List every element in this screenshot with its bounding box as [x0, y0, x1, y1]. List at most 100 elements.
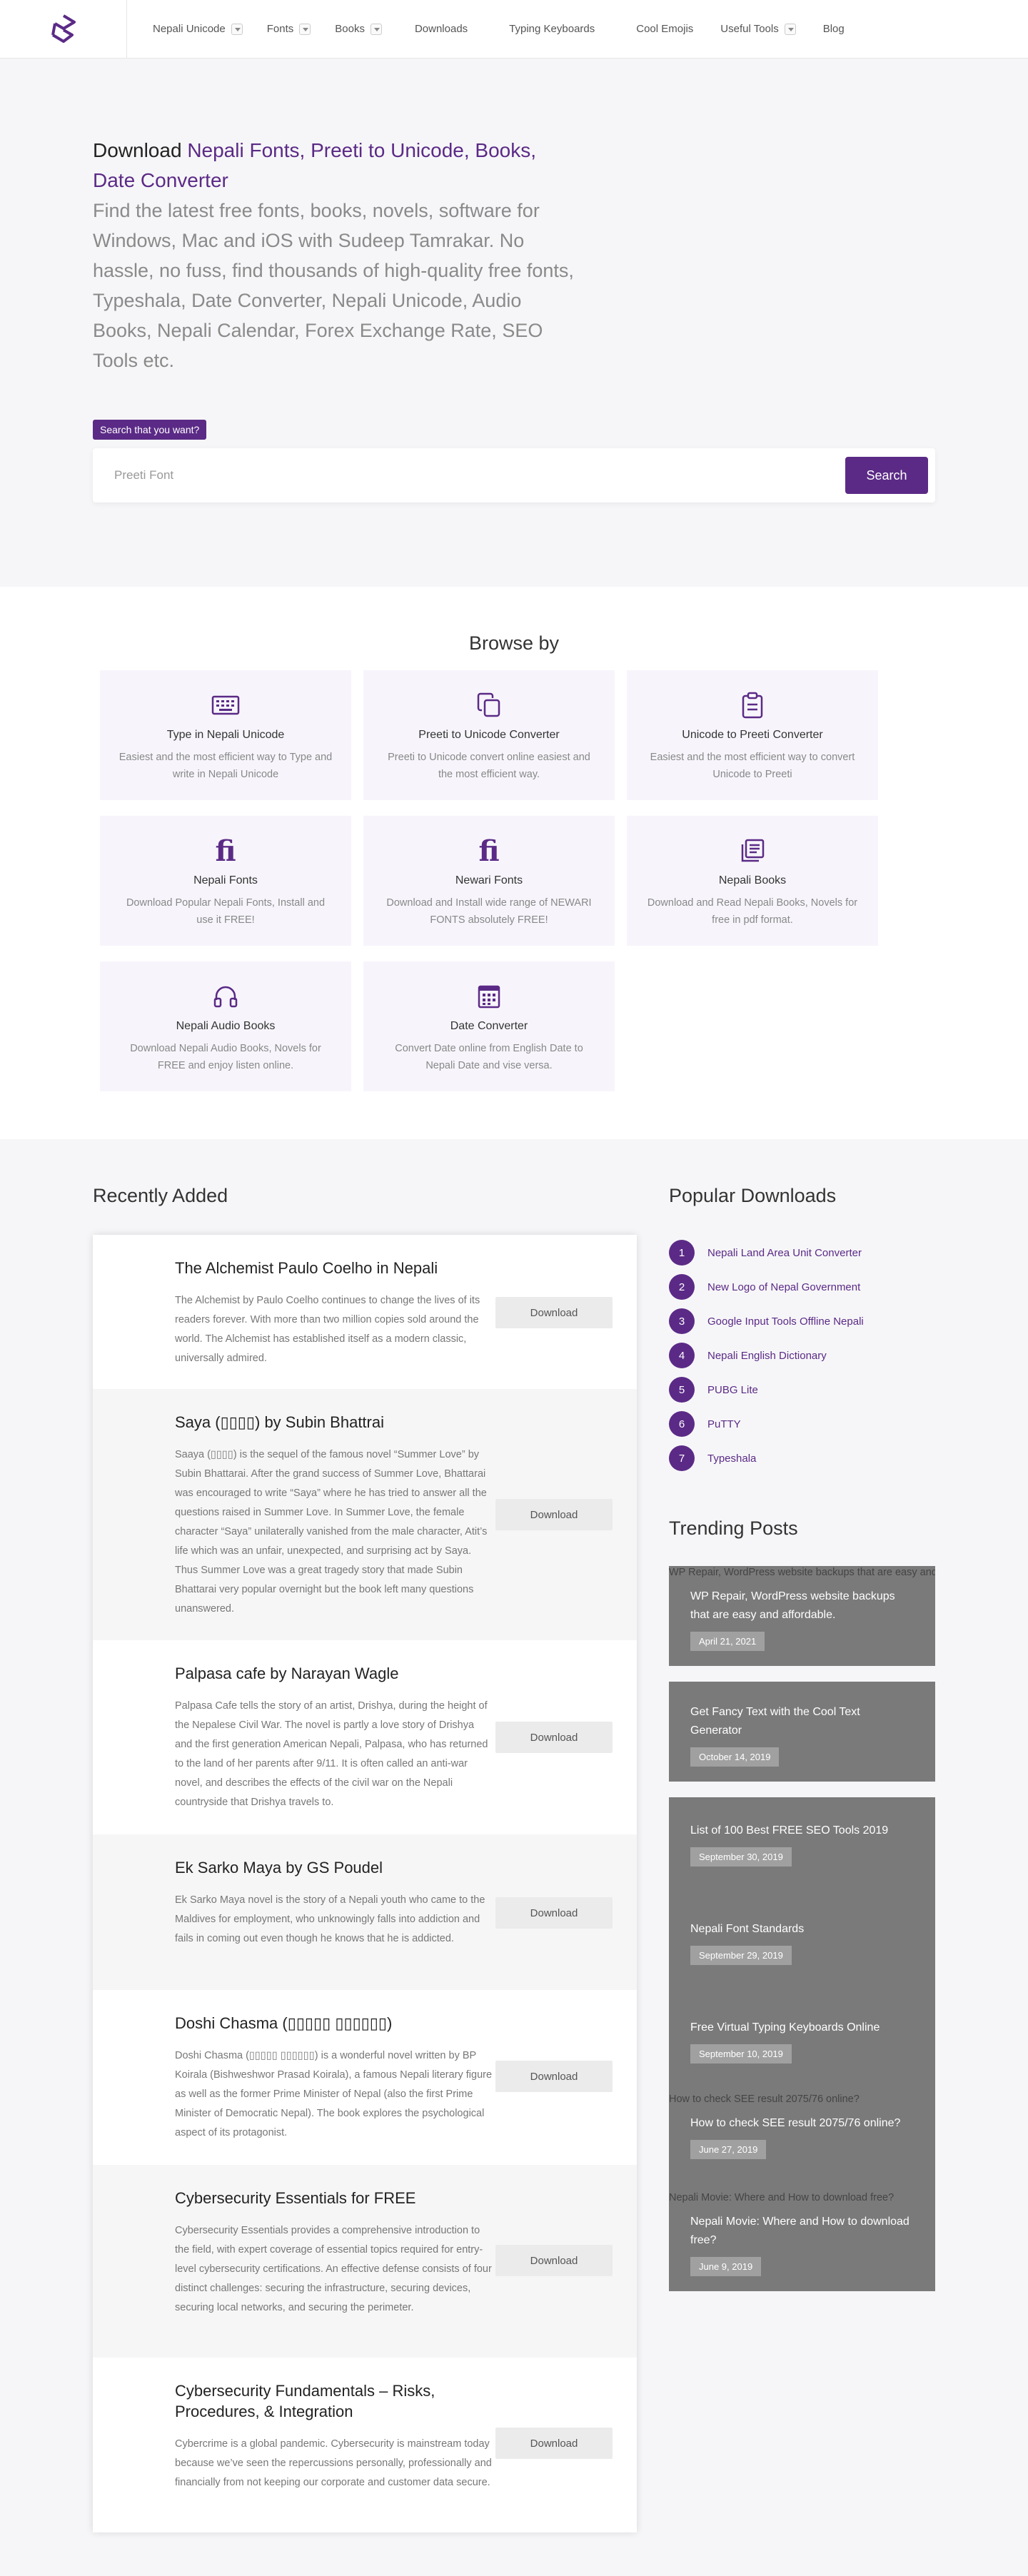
trending-title[interactable]: Nepali Movie: Where and How to download … — [690, 2213, 914, 2250]
trending-card[interactable]: Nepali Movie: Where and How to download … — [669, 2191, 935, 2291]
popular-link[interactable]: Google Input Tools Offline Nepali — [707, 1315, 864, 1328]
trending-title[interactable]: How to check SEE result 2075/76 online? — [690, 2114, 914, 2133]
site-logo[interactable] — [0, 0, 127, 59]
date-badge: June 27, 2019 — [690, 2140, 767, 2159]
popular-link[interactable]: New Logo of Nepal Government — [707, 1281, 860, 1293]
card-title: Unicode to Preeti Converter — [682, 729, 823, 741]
date-badge: September 10, 2019 — [690, 2044, 792, 2064]
download-button[interactable]: Download — [495, 1722, 613, 1753]
trending-card[interactable]: Get Fancy Text with the Cool Text Genera… — [669, 1682, 935, 1782]
popular-link[interactable]: Nepali English Dictionary — [707, 1350, 827, 1362]
post-excerpt: Cybersecurity Essentials provides a comp… — [175, 2225, 492, 2313]
chevron-down-icon[interactable] — [370, 23, 382, 35]
hero-prefix: Download — [93, 139, 188, 161]
browse-section: Browse by Type in Nepali Unicode Easiest… — [0, 587, 1028, 1139]
menu-downloads[interactable]: Downloads — [415, 23, 468, 35]
clipboard-icon — [627, 690, 878, 720]
broken-image-alt: How to check SEE result 2075/76 online? — [669, 2093, 860, 2105]
download-button[interactable]: Download — [495, 2428, 613, 2459]
popular-link[interactable]: Typeshala — [707, 1453, 756, 1465]
list-item: Saya (▯▯▯▯) by Subin Bhattrai Saaya (▯▯▯▯… — [93, 1389, 637, 1640]
trending-posts-title: Trending Posts — [669, 1517, 798, 1539]
download-button[interactable]: Download — [495, 1499, 613, 1530]
search-input[interactable] — [114, 468, 845, 483]
chevron-down-icon[interactable] — [299, 23, 311, 35]
card-desc: Easiest and the most efficient way to Ty… — [119, 752, 333, 780]
hero-link-date-converter[interactable]: Date Converter — [93, 169, 228, 191]
browse-card[interactable]: fi Newari Fonts Download and Install wid… — [363, 816, 615, 946]
popular-link[interactable]: Nepali Land Area Unit Converter — [707, 1247, 862, 1259]
calendar-icon — [363, 981, 615, 1011]
download-button[interactable]: Download — [495, 2245, 613, 2276]
trending-card[interactable]: List of 100 Best FREE SEO Tools 2019 Sep… — [669, 1797, 935, 1897]
rank-badge: 4 — [669, 1343, 695, 1368]
list-item: 5 PUBG Lite — [669, 1373, 864, 1407]
search-button[interactable]: Search — [845, 457, 928, 494]
trending-card[interactable]: How to check SEE result 2075/76 online? … — [669, 2093, 935, 2193]
menu-blog[interactable]: Blog — [823, 23, 845, 35]
menu-label: Cool Emojis — [636, 23, 694, 35]
trending-card[interactable]: Nepali Font Standards September 29, 2019 — [669, 1896, 935, 1996]
popular-link[interactable]: PuTTY — [707, 1418, 741, 1430]
trending-title[interactable]: Nepali Font Standards — [690, 1920, 914, 1939]
list-item: 2 New Logo of Nepal Government — [669, 1270, 864, 1304]
browse-card[interactable]: Nepali Audio Books Download Nepali Audio… — [100, 961, 351, 1091]
popular-link[interactable]: PUBG Lite — [707, 1384, 758, 1396]
list-item: The Alchemist Paulo Coelho in Nepali The … — [93, 1235, 637, 1389]
trending-title[interactable]: WP Repair, WordPress website backups tha… — [690, 1587, 914, 1625]
download-button[interactable]: Download — [495, 1897, 613, 1929]
trending-card[interactable]: WP Repair, WordPress website backups tha… — [669, 1566, 935, 1666]
download-button[interactable]: Download — [495, 1297, 613, 1328]
headphones-icon — [100, 981, 351, 1011]
browse-card[interactable]: Preeti to Unicode Converter Preeti to Un… — [363, 670, 615, 800]
menu-useful-tools[interactable]: Useful Tools — [720, 23, 796, 35]
post-excerpt: Cybercrime is a global pandemic. Cyberse… — [175, 2438, 492, 2488]
trending-title[interactable]: Get Fancy Text with the Cool Text Genera… — [690, 1703, 914, 1740]
chevron-down-icon[interactable] — [784, 23, 796, 35]
date-badge: April 21, 2021 — [690, 1632, 765, 1651]
card-title: Preeti to Unicode Converter — [418, 729, 560, 741]
rank-badge: 7 — [669, 1445, 695, 1471]
list-item: Doshi Chasma (▯▯▯▯▯ ▯▯▯▯▯▯) Doshi Chasma … — [93, 1990, 637, 2165]
menu-label: Useful Tools — [720, 23, 779, 35]
post-title[interactable]: Cybersecurity Fundamentals – Risks, Proc… — [175, 2380, 494, 2422]
trending-title[interactable]: Free Virtual Typing Keyboards Online — [690, 2019, 914, 2037]
post-title[interactable]: Ek Sarko Maya by GS Poudel — [175, 1857, 494, 1878]
trending-card[interactable]: Free Virtual Typing Keyboards Online Sep… — [669, 1994, 935, 2094]
recent-posts-list: The Alchemist Paulo Coelho in Nepali The … — [93, 1235, 637, 2532]
rank-badge: 2 — [669, 1274, 695, 1300]
browse-card[interactable]: Unicode to Preeti Converter Easiest and … — [627, 670, 878, 800]
post-title[interactable]: Palpasa cafe by Narayan Wagle — [175, 1663, 494, 1684]
download-button[interactable]: Download — [495, 2061, 613, 2092]
hero-link-preeti-to-unicode[interactable]: Preeti to Unicode — [311, 139, 464, 161]
list-item: Cybersecurity Essentials for FREE Cyberse… — [93, 2165, 637, 2358]
menu-books[interactable]: Books — [335, 23, 382, 35]
popular-downloads-list: 1 Nepali Land Area Unit Converter 2 New Lo… — [669, 1236, 864, 1475]
browse-card[interactable]: Date Converter Convert Date online from … — [363, 961, 615, 1091]
menu-nepali-unicode[interactable]: Nepali Unicode — [153, 23, 243, 35]
browse-card[interactable]: fi Nepali Fonts Download Popular Nepali … — [100, 816, 351, 946]
hero-lead: Find the latest free fonts, books, novel… — [93, 200, 574, 371]
card-desc: Download Nepali Audio Books, Novels for … — [130, 1043, 321, 1071]
post-title[interactable]: Saya (▯▯▯▯) by Subin Bhattrai — [175, 1412, 494, 1433]
menu-fonts[interactable]: Fonts — [267, 23, 311, 35]
trending-title[interactable]: List of 100 Best FREE SEO Tools 2019 — [690, 1822, 914, 1840]
card-title: Newari Fonts — [455, 874, 523, 887]
date-badge: October 14, 2019 — [690, 1747, 780, 1767]
recently-added-title: Recently Added — [93, 1185, 228, 1206]
menu-cool-emojis[interactable]: Cool Emojis — [636, 23, 693, 35]
browse-title: Browse by — [468, 632, 560, 654]
chevron-down-icon[interactable] — [231, 23, 243, 35]
hero-link-books[interactable]: Books — [475, 139, 530, 161]
main-menu: Nepali Unicode Fonts Books Downloads Typ… — [153, 23, 869, 35]
menu-typing-keyboards[interactable]: Typing Keyboards — [509, 23, 595, 35]
list-item: 3 Google Input Tools Offline Nepali — [669, 1304, 864, 1338]
post-title[interactable]: The Alchemist Paulo Coelho in Nepali — [175, 1258, 494, 1278]
rank-badge: 5 — [669, 1377, 695, 1403]
browse-card[interactable]: Nepali Books Download and Read Nepali Bo… — [627, 816, 878, 946]
post-title[interactable]: Cybersecurity Essentials for FREE — [175, 2188, 494, 2208]
hero-link-nepali-fonts[interactable]: Nepali Fonts — [187, 139, 299, 161]
book-icon — [627, 836, 878, 866]
post-title[interactable]: Doshi Chasma (▯▯▯▯▯ ▯▯▯▯▯▯) — [175, 2013, 494, 2034]
browse-card[interactable]: Type in Nepali Unicode Easiest and the m… — [100, 670, 351, 800]
